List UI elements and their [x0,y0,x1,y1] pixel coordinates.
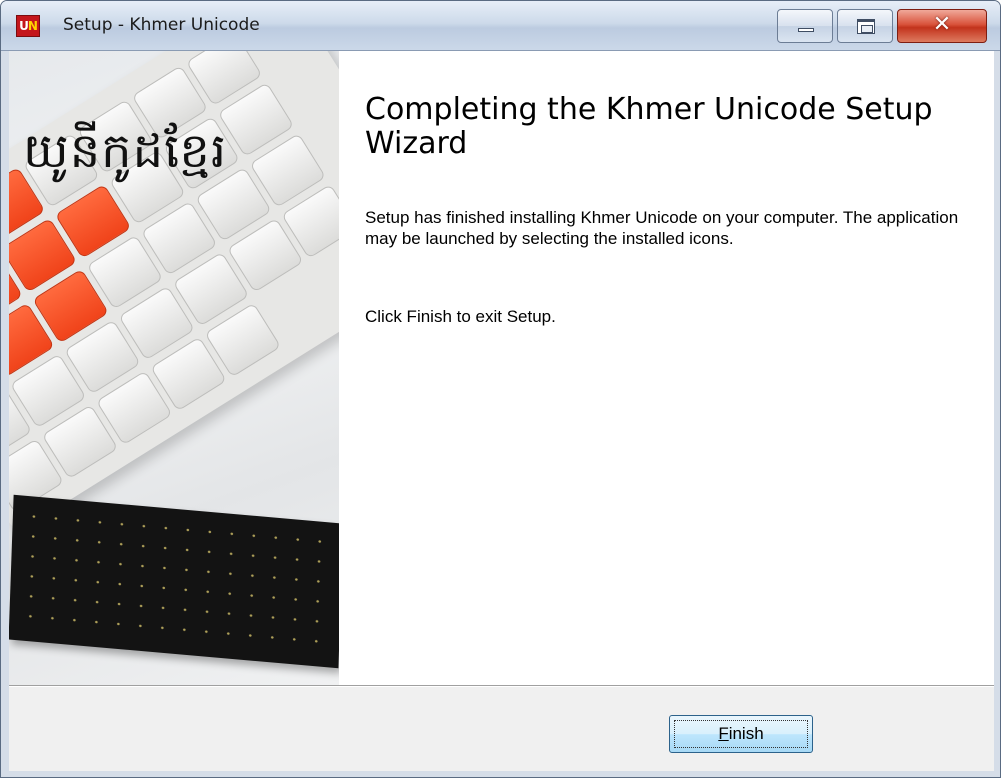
wizard-content-panel: Completing the Khmer Unicode Setup Wizar… [339,51,994,685]
title-bar[interactable]: UN Setup - Khmer Unicode ✕ [1,1,1000,51]
exit-instruction: Click Finish to exit Setup. [365,307,556,326]
minimize-icon [798,28,814,32]
khmer-unicode-brand-text: យូនីកូដខ្មែរ [23,123,228,179]
khmer-unicode-logo-icon[interactable]: UN [16,15,40,37]
minimize-button[interactable] [777,9,833,43]
button-bar: Finish [9,687,994,771]
window-title: Setup - Khmer Unicode [63,15,260,35]
maximize-button[interactable] [837,9,893,43]
wizard-client-area: យូនីកូដខ្មែរ Completing the Khmer Unicod… [9,51,994,771]
page-title: Completing the Khmer Unicode Setup Wizar… [365,92,933,161]
completion-message: Setup has finished installing Khmer Unic… [365,208,959,248]
close-button[interactable]: ✕ [897,9,987,43]
finish-button[interactable]: Finish [669,715,813,753]
close-icon: ✕ [932,12,952,37]
finish-button-label: Finish [718,724,764,743]
black-keyboard-stickers [9,494,339,669]
khmer-keyboard-image: យូនីកូដខ្មែរ [9,51,339,685]
setup-window: UN Setup - Khmer Unicode ✕ យូនីកូដខ្មែរ … [0,0,1001,778]
maximize-icon [857,19,875,34]
